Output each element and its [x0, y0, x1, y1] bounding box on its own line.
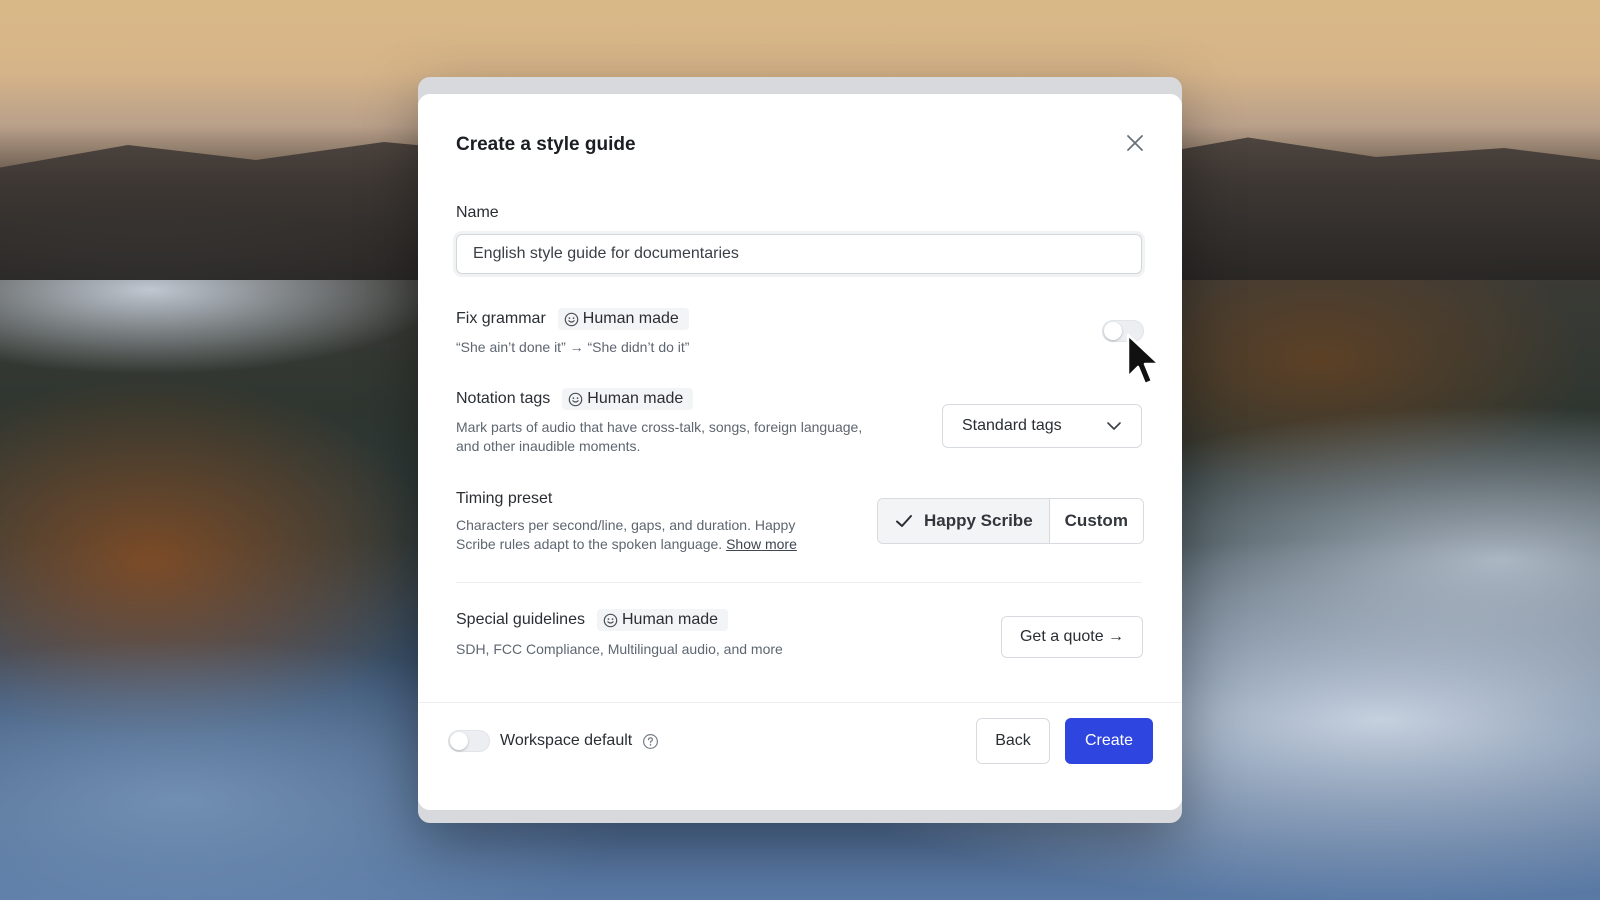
smiley-icon: [564, 312, 579, 326]
style-guide-dialog: Create a style guide Name Fix grammar Hu…: [418, 94, 1182, 810]
close-icon: [1127, 135, 1143, 151]
back-button[interactable]: Back: [976, 718, 1050, 764]
smiley-icon: [568, 392, 583, 406]
smiley-icon: [603, 613, 618, 627]
timing-preset-description: Characters per second/line, gaps, and du…: [456, 516, 856, 554]
description-line: Mark parts of audio that have cross-talk…: [456, 419, 863, 435]
timing-preset-label: Timing preset: [456, 490, 553, 507]
dialog-title: Create a style guide: [456, 134, 636, 155]
get-a-quote-button[interactable]: Get a quote →: [1001, 616, 1143, 658]
special-guidelines-label: Special guidelines: [456, 611, 585, 628]
description-text: Scribe rules adapt to the spoken languag…: [456, 536, 723, 552]
section-divider: [456, 582, 1142, 583]
toggle-knob: [450, 732, 468, 750]
segment-label: Custom: [1064, 511, 1128, 530]
close-button[interactable]: [1124, 132, 1146, 154]
footer-divider: [418, 702, 1182, 703]
fix-grammar-header: Fix grammar Human made: [456, 308, 689, 330]
description-line: Scribe rules adapt to the spoken languag…: [456, 535, 856, 554]
fix-grammar-label: Fix grammar: [456, 310, 546, 327]
workspace-default-toggle[interactable]: [448, 730, 490, 752]
notation-tags-select[interactable]: Standard tags: [942, 404, 1142, 448]
notation-tags-header: Notation tags Human made: [456, 388, 694, 410]
fix-grammar-toggle[interactable]: [1102, 320, 1144, 342]
badge-label: Human made: [582, 310, 679, 327]
timing-preset-segmented-control: Happy Scribe Custom: [877, 498, 1144, 544]
segment-label: Happy Scribe: [924, 511, 1033, 530]
name-input[interactable]: [456, 234, 1142, 274]
workspace-default-label: Workspace default: [500, 732, 633, 749]
name-label: Name: [456, 204, 499, 221]
human-made-badge: Human made: [557, 308, 689, 330]
chevron-down-icon: [1107, 422, 1121, 430]
select-value: Standard tags: [962, 417, 1062, 434]
special-guidelines-description: SDH, FCC Compliance, Multilingual audio,…: [456, 641, 783, 657]
check-icon: [896, 515, 912, 527]
segment-happy-scribe[interactable]: Happy Scribe: [878, 499, 1049, 543]
human-made-badge: Human made: [562, 388, 694, 410]
badge-label: Human made: [621, 611, 719, 628]
description-line: and other inaudible moments.: [456, 438, 641, 454]
badge-label: Human made: [587, 390, 684, 407]
description-line: Characters per second/line, gaps, and du…: [456, 517, 796, 533]
toggle-knob: [1104, 322, 1122, 340]
fix-grammar-example: “She ain’t done it” → “She didn’t do it”: [456, 339, 690, 355]
special-guidelines-header: Special guidelines Human made: [456, 609, 729, 631]
create-button[interactable]: Create: [1065, 718, 1153, 764]
notation-tags-description: Mark parts of audio that have cross-talk…: [456, 418, 916, 456]
help-icon[interactable]: [642, 733, 659, 750]
segment-custom[interactable]: Custom: [1048, 499, 1143, 543]
workspace-default-control: Workspace default: [448, 730, 659, 752]
show-more-link[interactable]: Show more: [726, 536, 797, 552]
human-made-badge: Human made: [596, 609, 729, 631]
notation-tags-label: Notation tags: [456, 390, 551, 407]
